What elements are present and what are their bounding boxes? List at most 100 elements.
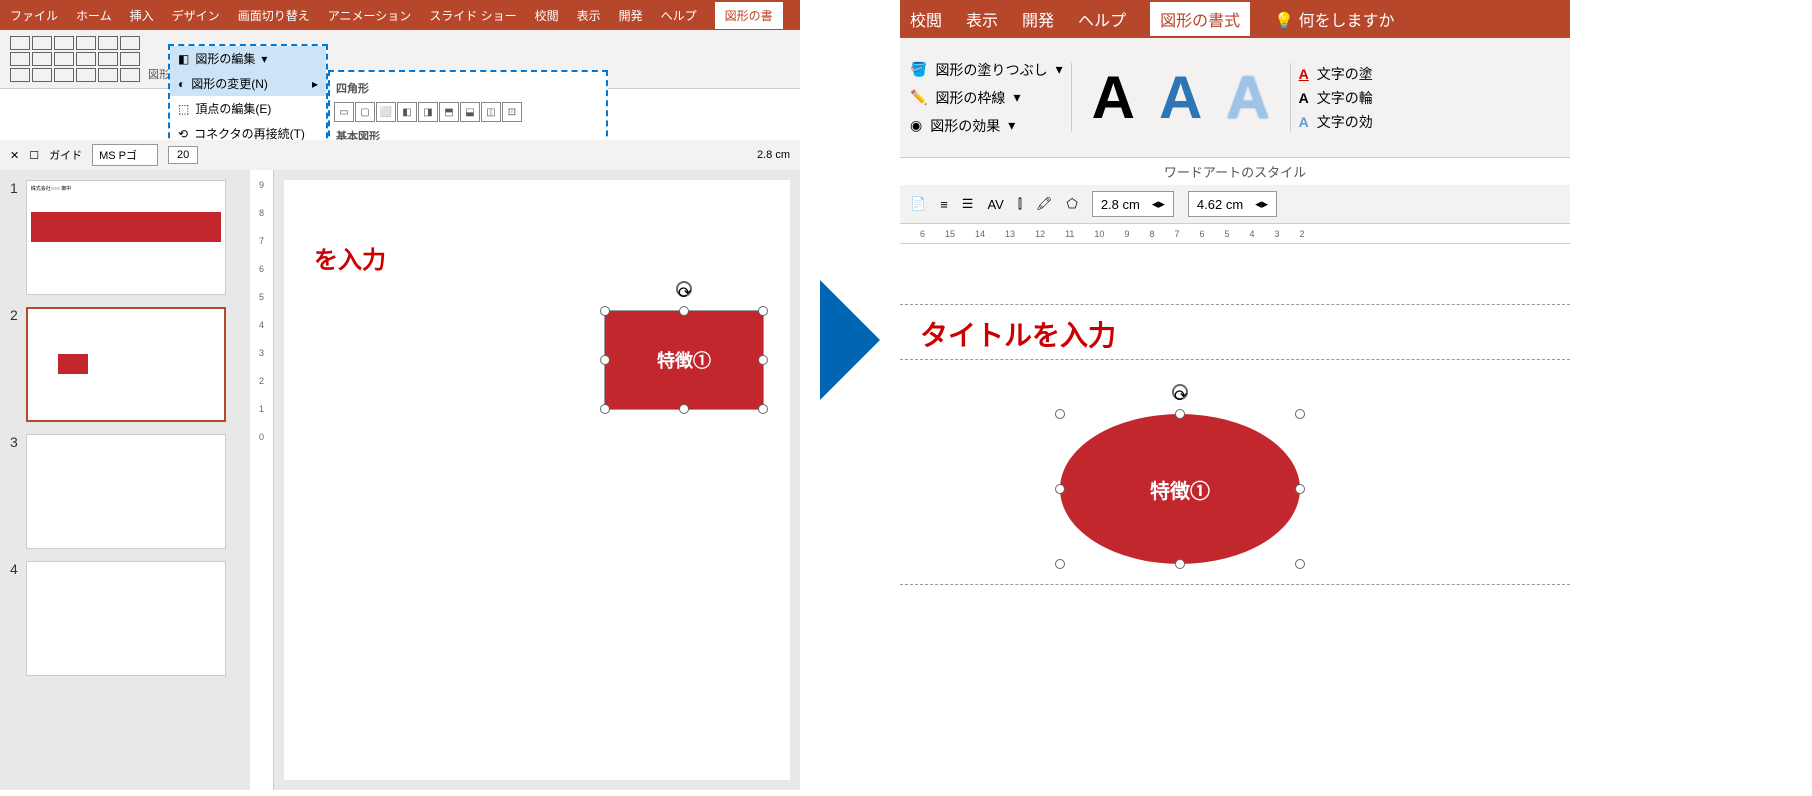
selected-oval[interactable]: ⟳ 特徴① — [1060, 414, 1300, 564]
tab-dev-r[interactable]: 開発 — [1022, 7, 1054, 31]
cat-rectangles: 四角形 — [334, 76, 602, 100]
handle-t-r[interactable] — [1175, 409, 1185, 419]
rotate-handle-r[interactable]: ⟳ — [1172, 384, 1188, 400]
handle-l-r[interactable] — [1055, 484, 1065, 494]
shape-gallery-mini[interactable] — [10, 36, 140, 82]
handle-tl[interactable] — [600, 306, 610, 316]
guide-line-3 — [900, 584, 1570, 585]
tab-shape-format[interactable]: 図形の書 — [715, 2, 783, 29]
canvas: 9876543210 を入力 ⟳ 特徴① — [250, 170, 800, 790]
height-input[interactable]: 2.8 cm◂▸ — [1092, 191, 1174, 217]
handle-r[interactable] — [758, 355, 768, 365]
text-fill[interactable]: A文字の塗 — [1299, 64, 1373, 84]
slide-title[interactable]: を入力 — [314, 240, 386, 275]
wordart-label: ワードアートのスタイル — [900, 158, 1570, 185]
dropdown-header[interactable]: ◧図形の編集 ▾ — [170, 46, 326, 71]
align-icon[interactable]: ≡ — [940, 197, 948, 212]
text-outline[interactable]: A文字の輪 — [1299, 88, 1373, 108]
thumb-num-2: 2 — [10, 307, 18, 422]
handle-br[interactable] — [758, 404, 768, 414]
rotate-handle[interactable]: ⟳ — [676, 281, 692, 297]
selected-shape[interactable]: ⟳ 特徴① — [604, 310, 764, 410]
tab-dev[interactable]: 開発 — [619, 7, 643, 24]
edit-points-item[interactable]: ⬚頂点の編集(E) — [170, 96, 326, 121]
thumb-4[interactable] — [26, 561, 226, 676]
font-select[interactable]: MS Pゴ — [92, 144, 158, 166]
shape-outline[interactable]: ✏️図形の枠線 ▾ — [910, 88, 1063, 108]
tab-view[interactable]: 表示 — [577, 7, 601, 24]
handle-tr[interactable] — [758, 306, 768, 316]
close-icon[interactable]: ✕ — [10, 149, 19, 162]
handle-b[interactable] — [679, 404, 689, 414]
thumb-1[interactable]: 株式会社○○○ 御中 — [26, 180, 226, 295]
shape-effects[interactable]: ◉図形の効果 ▾ — [910, 116, 1063, 136]
tab-file[interactable]: ファイル — [10, 7, 58, 24]
text-effects-icon: A — [1299, 114, 1309, 130]
tell-me[interactable]: 💡 何をしますか — [1274, 7, 1394, 31]
tab-shape-format-r[interactable]: 図形の書式 — [1150, 2, 1250, 36]
text-effects[interactable]: A文字の効 — [1299, 112, 1373, 132]
text-style-options: A文字の塗 A文字の輪 A文字の効 — [1299, 64, 1373, 132]
ribbon-tabs: ファイル ホーム 挿入 デザイン 画面切り替え アニメーション スライド ショー… — [0, 0, 800, 30]
handle-bl[interactable] — [600, 404, 610, 414]
slide-thumbnails: 1株式会社○○○ 御中 2 3 4 — [0, 170, 250, 790]
thumb-num-3: 3 — [10, 434, 18, 549]
textbox-icon[interactable]: 📄 — [910, 196, 926, 212]
change-shape-item[interactable]: ◐図形の変更(N)▸ — [170, 71, 326, 96]
submenu-arrow-icon: ▸ — [312, 77, 318, 91]
tab-review-r[interactable]: 校閲 — [910, 7, 942, 31]
thumb-num-1: 1 — [10, 180, 18, 295]
transition-arrow-icon — [820, 280, 880, 400]
width-input[interactable]: 4.62 cm◂▸ — [1188, 191, 1277, 217]
handle-r-r[interactable] — [1295, 484, 1305, 494]
tab-slideshow[interactable]: スライド ショー — [429, 7, 516, 24]
horizontal-ruler-right: 615141312111098765432 — [900, 224, 1570, 244]
tab-help[interactable]: ヘルプ — [661, 7, 697, 24]
ribbon-tabs-right: 校閲 表示 開発 ヘルプ 図形の書式 💡 何をしますか — [900, 0, 1570, 38]
handle-t[interactable] — [679, 306, 689, 316]
tab-insert[interactable]: 挿入 — [130, 7, 154, 24]
change-shape-icon: ◐ — [178, 77, 185, 91]
list-icon[interactable]: ☰ — [962, 196, 974, 212]
handle-tl-r[interactable] — [1055, 409, 1065, 419]
tab-home[interactable]: ホーム — [76, 7, 112, 24]
tab-animation[interactable]: アニメーション — [328, 7, 412, 24]
thumb-3[interactable] — [26, 434, 226, 549]
thumb-2[interactable] — [26, 307, 226, 422]
connector-icon: ⟲ — [178, 127, 188, 141]
text-fill-icon: A — [1299, 66, 1309, 82]
shape-style-options: 🪣図形の塗りつぶし ▾ ✏️図形の枠線 ▾ ◉図形の効果 ▾ — [910, 60, 1063, 136]
tab-view-r[interactable]: 表示 — [966, 7, 998, 31]
slide-area[interactable]: を入力 ⟳ 特徴① — [284, 180, 790, 780]
spacing-icon[interactable]: AV — [987, 197, 1003, 212]
slide-title-right[interactable]: タイトルを入力 — [920, 314, 1116, 354]
handle-bl-r[interactable] — [1055, 559, 1065, 569]
shape-fill[interactable]: 🪣図形の塗りつぶし ▾ — [910, 60, 1063, 80]
direction-icon[interactable]: ⫿ — [1018, 196, 1022, 212]
handle-br-r[interactable] — [1295, 559, 1305, 569]
edit-shape-icon: ◧ — [178, 52, 189, 66]
tab-design[interactable]: デザイン — [172, 7, 220, 24]
outline-icon: ✏️ — [910, 89, 927, 106]
canvas-right[interactable]: タイトルを入力 ⟳ 特徴① — [900, 244, 1570, 684]
shape-tool-icon[interactable]: ⬠ — [1067, 196, 1078, 212]
guide-checkbox[interactable]: ☐ — [29, 149, 39, 162]
vertical-ruler: 9876543210 — [250, 170, 274, 790]
handle-b-r[interactable] — [1175, 559, 1185, 569]
handle-tr-r[interactable] — [1295, 409, 1305, 419]
wordart-style-1[interactable]: A — [1080, 63, 1147, 132]
tab-help-r[interactable]: ヘルプ — [1078, 7, 1126, 31]
fill-icon: 🪣 — [910, 61, 927, 78]
wordart-style-3[interactable]: A — [1214, 63, 1281, 132]
highlighter-icon[interactable]: 🖍 — [1036, 196, 1053, 212]
edit-points-icon: ⬚ — [178, 102, 189, 116]
dim-h: 2.8 cm — [757, 149, 790, 161]
quick-toolbar: ✕ ☐ガイド MS Pゴ 20 2.8 cm — [0, 140, 800, 171]
wordart-style-2[interactable]: A — [1147, 63, 1214, 132]
handle-l[interactable] — [600, 355, 610, 365]
wordart-gallery[interactable]: A A A — [1071, 63, 1291, 132]
tab-review[interactable]: 校閲 — [535, 7, 559, 24]
tab-transition[interactable]: 画面切り替え — [238, 7, 310, 24]
rectangles-grid[interactable]: ▭▢⬜◧◨⬒⬓◫⊡ — [334, 100, 602, 124]
font-size[interactable]: 20 — [168, 146, 198, 164]
